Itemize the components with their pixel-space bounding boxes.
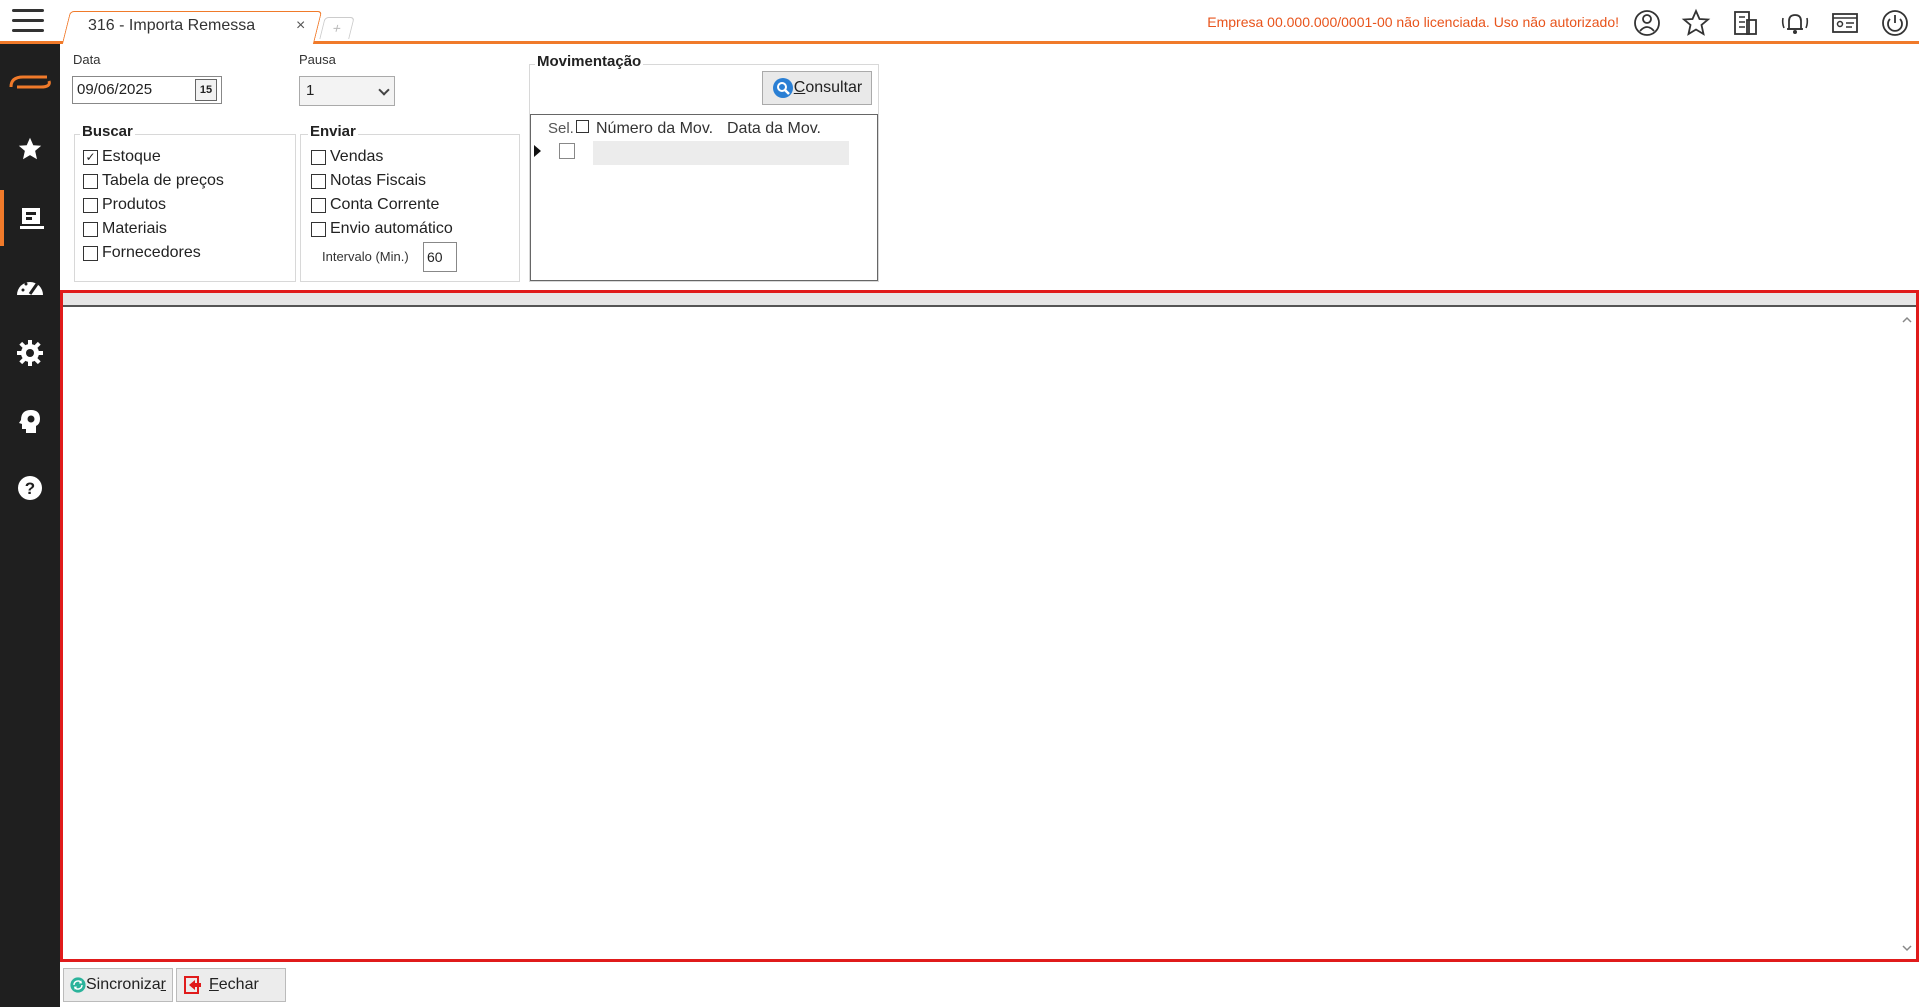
id-card-icon[interactable] <box>1830 8 1860 38</box>
col-header-sel: Sel. <box>548 120 574 137</box>
top-bar: 316 - Importa Remessa × + Empresa 00.000… <box>0 0 1919 44</box>
checkbox-box[interactable] <box>83 173 98 189</box>
help-icon[interactable]: ? <box>0 460 60 516</box>
consultar-hotkey: C <box>793 79 806 96</box>
fechar-hotkey: F <box>209 976 219 993</box>
checkbox-box[interactable] <box>83 197 98 213</box>
chevron-down-icon <box>378 84 390 96</box>
sync-icon <box>70 977 86 993</box>
search-icon <box>772 78 793 98</box>
new-tab-button[interactable]: + <box>319 17 355 39</box>
bell-icon[interactable] <box>1780 8 1810 38</box>
checkbox-box[interactable] <box>83 221 98 237</box>
checkbox-estoque[interactable]: ✓ Estoque <box>83 148 161 166</box>
data-label: Data <box>73 52 101 67</box>
favorites-icon[interactable] <box>0 121 60 177</box>
tab-close-icon[interactable]: × <box>296 17 305 35</box>
sincronizar-hotkey: r <box>160 976 166 993</box>
settings-icon[interactable] <box>0 325 60 381</box>
enviar-title: Enviar <box>308 123 358 140</box>
checkbox-box[interactable]: ✓ <box>83 149 98 165</box>
scroll-down-icon[interactable] <box>1898 939 1916 957</box>
fechar-label: echar <box>218 976 259 993</box>
scroll-up-icon[interactable] <box>1898 311 1916 329</box>
dashboard-icon[interactable] <box>0 258 60 314</box>
checkbox-box[interactable] <box>311 197 326 213</box>
col-header-numero[interactable]: Número da Mov. <box>596 120 713 138</box>
interval-input[interactable]: 60 <box>423 242 457 272</box>
pausa-select[interactable]: 1 <box>299 76 395 106</box>
knowledge-icon[interactable] <box>0 393 60 449</box>
sincronizar-button[interactable]: Sincroniza r <box>63 968 173 1002</box>
sincronizar-label: Sincroniza <box>85 976 161 993</box>
tab-title: 316 - Importa Remessa <box>88 17 256 34</box>
interval-label: Intervalo (Min.) <box>322 249 409 264</box>
license-warning: Empresa 00.000.000/0001-00 não licenciad… <box>1207 14 1619 30</box>
svg-text:?: ? <box>25 479 35 498</box>
checkbox-materiais[interactable]: Materiais <box>83 220 167 238</box>
checkbox-tabela-precos[interactable]: Tabela de preços <box>83 172 224 190</box>
records-icon[interactable] <box>0 190 60 246</box>
checkbox-envio-automatico[interactable]: Envio automático <box>311 220 453 238</box>
bottom-toolbar: Sincroniza r Fechar <box>60 964 1919 1007</box>
logo-icon <box>0 54 60 110</box>
sidebar: ? <box>0 44 60 1007</box>
table-row[interactable] <box>593 141 849 165</box>
building-icon[interactable] <box>1730 8 1760 38</box>
pausa-label: Pausa <box>299 52 336 67</box>
checkbox-box[interactable] <box>83 245 98 261</box>
checkbox-fornecedores[interactable]: Fornecedores <box>83 244 201 262</box>
select-all-checkbox[interactable] <box>576 120 589 133</box>
row-indicator-icon <box>534 145 541 157</box>
menu-icon[interactable] <box>12 9 44 35</box>
main-panel <box>60 290 1919 962</box>
checkbox-box[interactable] <box>311 149 326 165</box>
user-icon[interactable] <box>1632 8 1662 38</box>
power-icon[interactable] <box>1880 8 1910 38</box>
movimentacao-grid[interactable]: Sel. Número da Mov. Data da Mov. <box>530 114 878 281</box>
fechar-button[interactable]: Fechar <box>176 968 286 1002</box>
scrollbar[interactable] <box>1898 309 1916 959</box>
consultar-button[interactable]: Consultar <box>762 71 872 105</box>
checkbox-box[interactable] <box>311 173 326 189</box>
consultar-label: onsultar <box>805 79 863 96</box>
movimentacao-title: Movimentação <box>535 53 644 70</box>
checkbox-vendas[interactable]: Vendas <box>311 148 383 166</box>
checkbox-box[interactable] <box>311 221 326 237</box>
content-area: Data 09/06/2025 15 Pausa 1 Buscar ✓ Estoq… <box>60 44 1919 1007</box>
row-checkbox[interactable] <box>559 143 575 159</box>
col-header-data[interactable]: Data da Mov. <box>727 120 821 138</box>
calendar-icon[interactable]: 15 <box>195 79 217 101</box>
checkbox-produtos[interactable]: Produtos <box>83 196 166 214</box>
panel-header-strip <box>63 293 1916 307</box>
buscar-title: Buscar <box>80 123 135 140</box>
checkbox-notas-fiscais[interactable]: Notas Fiscais <box>311 172 426 190</box>
checkbox-conta-corrente[interactable]: Conta Corrente <box>311 196 439 214</box>
pausa-value: 1 <box>306 82 315 99</box>
star-icon[interactable] <box>1681 8 1711 38</box>
exit-icon <box>184 976 201 994</box>
